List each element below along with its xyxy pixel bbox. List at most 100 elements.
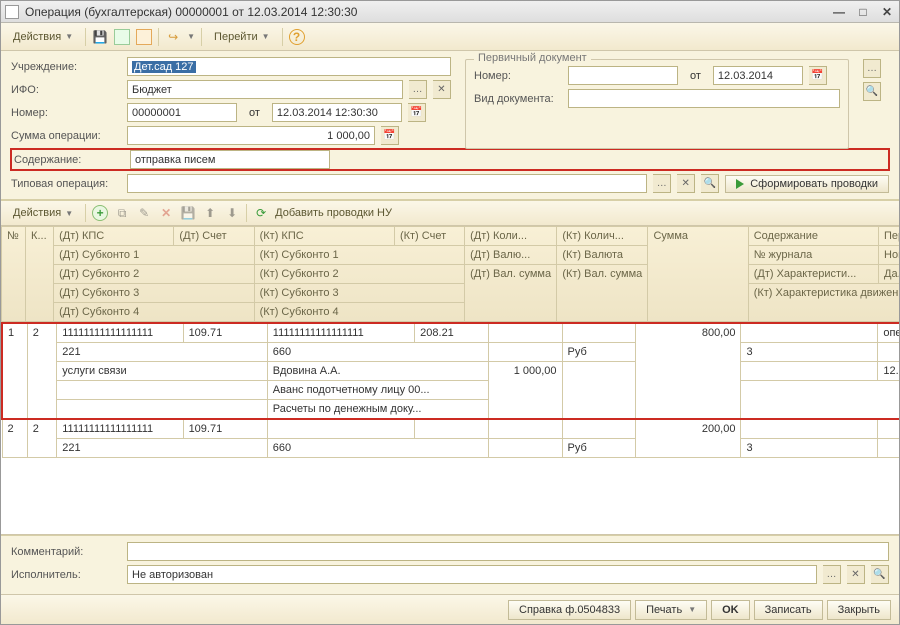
ellipsis-button[interactable]: … xyxy=(409,80,427,99)
col-k[interactable]: К... xyxy=(26,227,54,322)
ellipsis-button[interactable]: … xyxy=(863,59,881,78)
close-button[interactable]: ✕ xyxy=(879,5,895,19)
col-kt-sub1[interactable]: (Кт) Субконто 1 xyxy=(254,246,465,265)
minimize-button[interactable]: — xyxy=(831,5,847,19)
col-kt-char[interactable]: (Кт) Характеристика движения xyxy=(748,284,899,322)
sum-label: Сумма операции: xyxy=(11,130,121,142)
doc-green-icon[interactable] xyxy=(114,29,130,45)
pd-date-input[interactable]: 12.03.2014 xyxy=(713,66,803,85)
number-value: 00000001 xyxy=(132,107,181,119)
cell-sum: 800,00 xyxy=(636,323,741,419)
save-icon[interactable]: 💾 xyxy=(92,29,108,45)
print-button[interactable]: Печать ▼ xyxy=(635,600,707,620)
col-dt-char[interactable]: (Дт) Характеристи... xyxy=(748,265,878,284)
close-button[interactable]: Закрыть xyxy=(827,600,891,620)
col-dt-sub1[interactable]: (Дт) Субконто 1 xyxy=(54,246,254,265)
save-icon[interactable]: 💾 xyxy=(180,205,196,221)
content-row: Содержание: отправка писем xyxy=(11,149,889,170)
col-dt-acc[interactable]: (Дт) Счет xyxy=(174,227,254,246)
number-input[interactable]: 00000001 xyxy=(127,103,237,122)
save-button[interactable]: Записать xyxy=(754,600,823,620)
col-dt-cur[interactable]: (Дт) Валю... xyxy=(465,246,557,265)
search-button[interactable]: 🔍 xyxy=(863,82,881,101)
col-kt-valsum[interactable]: (Кт) Вал. сумма xyxy=(557,265,648,322)
grid-actions-menu[interactable]: Действия ▼ xyxy=(7,205,79,221)
pd-number-label: Номер: xyxy=(474,70,562,82)
delete-row-icon[interactable]: ✕ xyxy=(158,205,174,221)
col-kt-cur[interactable]: (Кт) Валюта xyxy=(557,246,648,265)
sum-input[interactable]: 1 000,00 xyxy=(127,126,375,145)
edit-row-icon[interactable]: ✎ xyxy=(136,205,152,221)
typical-input[interactable] xyxy=(127,174,647,193)
ok-button[interactable]: OK xyxy=(711,600,750,620)
help-icon[interactable]: ? xyxy=(289,29,305,45)
ellipsis-button[interactable]: … xyxy=(823,565,841,584)
maximize-button[interactable]: □ xyxy=(855,5,871,19)
cell: 221 xyxy=(57,343,268,362)
cell: опе xyxy=(878,323,899,343)
clear-button[interactable]: ✕ xyxy=(677,174,695,193)
date-value: 12.03.2014 12:30:30 xyxy=(277,107,378,119)
col-kt-sub3[interactable]: (Кт) Субконто 3 xyxy=(254,284,465,303)
pd-from-label: от xyxy=(690,70,701,82)
calculator-button[interactable]: 📅 xyxy=(381,126,399,145)
add-nu-link[interactable]: Добавить проводки НУ xyxy=(275,207,392,219)
col-kt-acc[interactable]: (Кт) Счет xyxy=(394,227,464,246)
date-input[interactable]: 12.03.2014 12:30:30 xyxy=(272,103,402,122)
chevron-down-icon: ▼ xyxy=(187,32,195,41)
move-down-icon[interactable]: ⬇ xyxy=(224,205,240,221)
table-row[interactable]: 1 2 11111111111111111 109.71 11111111111… xyxy=(2,323,899,419)
pd-type-input[interactable] xyxy=(568,89,840,108)
calendar-button[interactable]: 📅 xyxy=(408,103,426,122)
col-dt-sub3[interactable]: (Дт) Субконто 3 xyxy=(54,284,254,303)
cell: 3 xyxy=(741,343,878,362)
col-per[interactable]: Пер... xyxy=(879,227,899,246)
clear-button[interactable]: ✕ xyxy=(847,565,865,584)
col-kt-qty[interactable]: (Кт) Колич... xyxy=(557,227,648,246)
content-label: Содержание: xyxy=(14,154,124,166)
institution-input[interactable]: Дет.сад 127 xyxy=(127,57,451,76)
col-n[interactable]: № xyxy=(2,227,26,322)
number-label: Номер: xyxy=(11,107,121,119)
col-content[interactable]: Содержание xyxy=(748,227,878,246)
search-button[interactable]: 🔍 xyxy=(871,565,889,584)
col-nom[interactable]: Ном... xyxy=(879,246,899,265)
col-dt-valsum[interactable]: (Дт) Вал. сумма xyxy=(465,265,557,322)
reference-button[interactable]: Справка ф.0504833 xyxy=(508,600,631,620)
cell: 208.21 xyxy=(415,323,489,343)
calendar-button[interactable]: 📅 xyxy=(809,66,827,85)
cell xyxy=(488,343,562,362)
col-journal[interactable]: № журнала xyxy=(748,246,878,265)
cell-n: 2 xyxy=(2,419,27,458)
goto-menu[interactable]: Перейти ▼ xyxy=(208,29,276,45)
col-dt-kps[interactable]: (Дт) КПС xyxy=(54,227,174,246)
nav-icon[interactable]: ↪ xyxy=(165,29,181,45)
copy-row-icon[interactable]: ⧉ xyxy=(114,205,130,221)
table-row[interactable]: 2 2 11111111111111111 109.71 200,00 221 xyxy=(2,419,899,458)
generate-postings-button[interactable]: Сформировать проводки xyxy=(725,175,889,193)
ifo-input[interactable]: Бюджет xyxy=(127,80,403,99)
content-input[interactable]: отправка писем xyxy=(130,150,330,169)
col-dt-sub2[interactable]: (Дт) Субконто 2 xyxy=(54,265,254,284)
col-kt-sub4[interactable]: (Кт) Субконто 4 xyxy=(254,303,465,322)
col-kt-sub2[interactable]: (Кт) Субконто 2 xyxy=(254,265,465,284)
move-up-icon[interactable]: ⬆ xyxy=(202,205,218,221)
cell: 660 xyxy=(267,343,488,362)
search-button[interactable]: 🔍 xyxy=(701,174,719,193)
ellipsis-button[interactable]: … xyxy=(653,174,671,193)
col-sum[interactable]: Сумма xyxy=(648,227,748,322)
add-row-icon[interactable]: + xyxy=(92,205,108,221)
col-dt-sub4[interactable]: (Дт) Субконто 4 xyxy=(54,303,254,322)
col-da[interactable]: Да... xyxy=(879,265,899,284)
executor-input[interactable]: Не авторизован xyxy=(127,565,817,584)
institution-value: Дет.сад 127 xyxy=(132,61,196,73)
col-dt-qty[interactable]: (Дт) Коли... xyxy=(465,227,557,246)
comment-input[interactable] xyxy=(127,542,889,561)
pd-number-input[interactable] xyxy=(568,66,678,85)
actions-menu[interactable]: Действия ▼ xyxy=(7,29,79,45)
col-kt-kps[interactable]: (Кт) КПС xyxy=(254,227,394,246)
doc-orange-icon[interactable] xyxy=(136,29,152,45)
clear-button[interactable]: ✕ xyxy=(433,80,451,99)
refresh-icon[interactable]: ⟳ xyxy=(253,205,269,221)
main-toolbar: Действия ▼ 💾 ↪ ▼ Перейти ▼ ? xyxy=(1,23,899,51)
